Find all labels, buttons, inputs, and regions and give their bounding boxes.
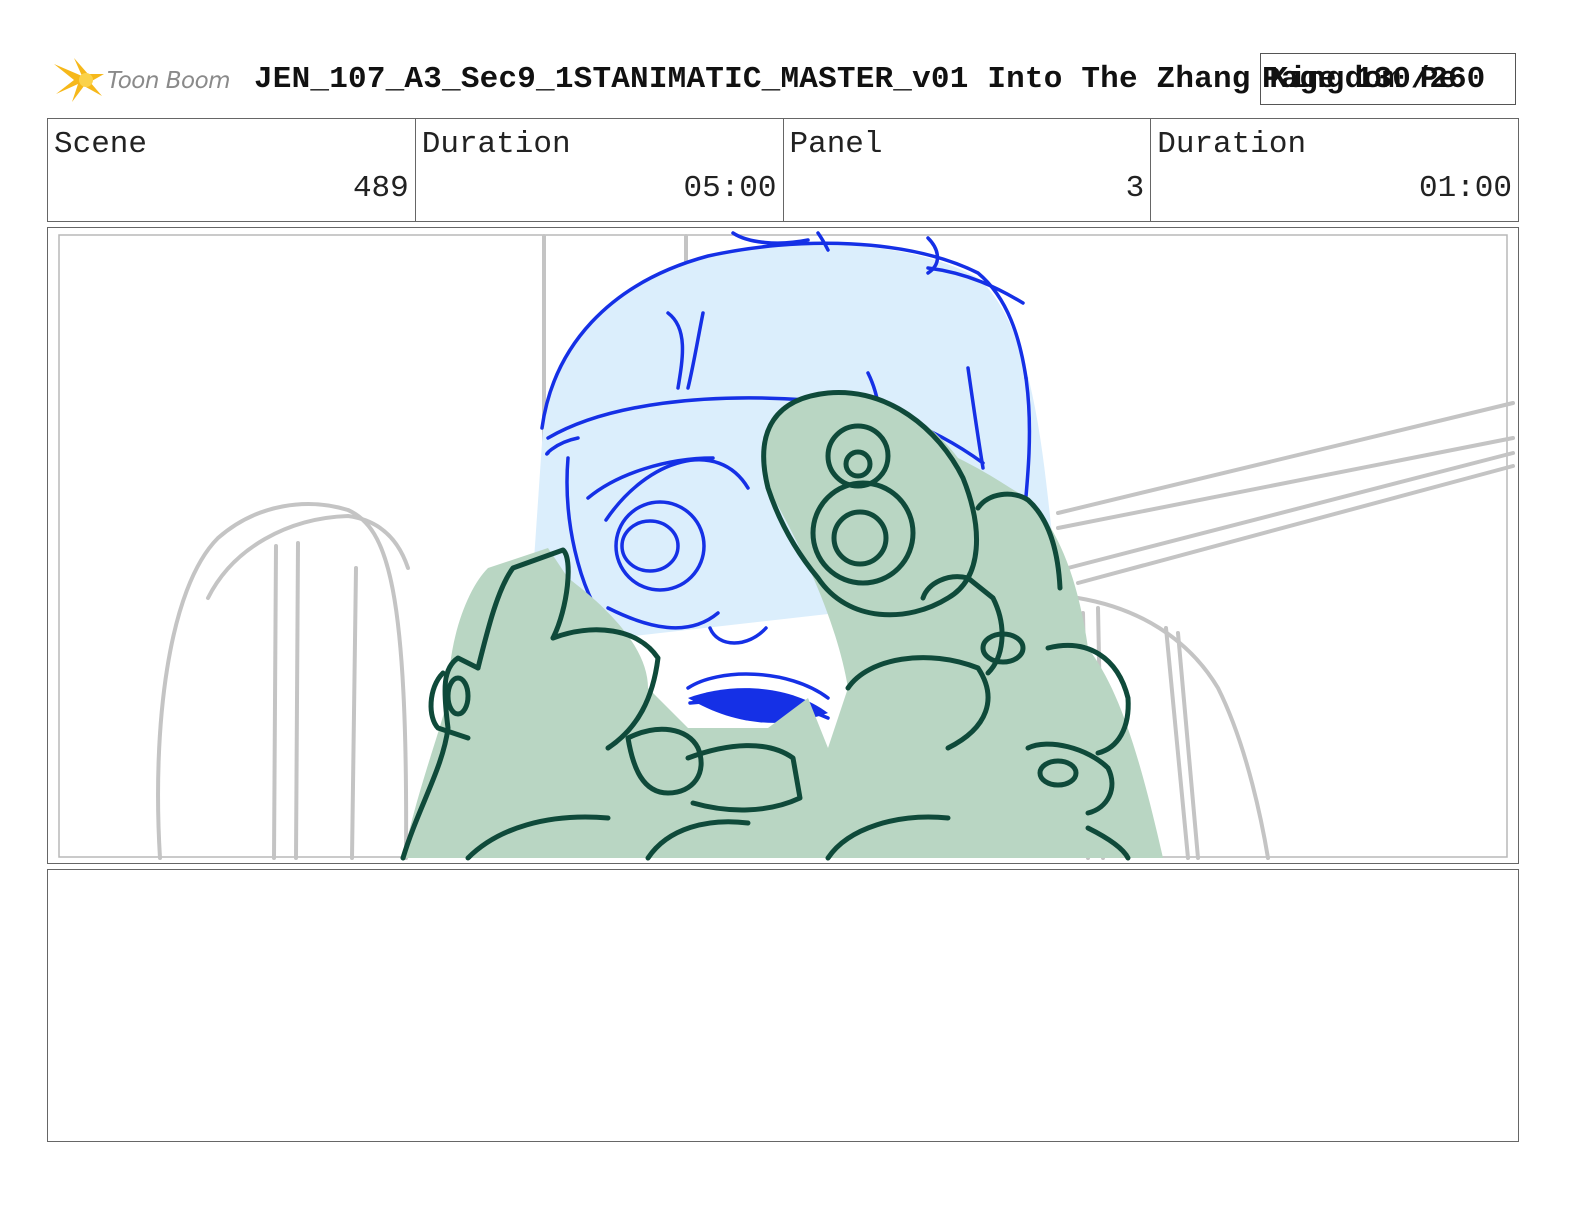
storyboard-panel [47, 227, 1519, 864]
panel-number: 3 [1125, 171, 1145, 206]
scene-duration-value: 05:00 [683, 171, 777, 206]
panel-duration-cell: Duration 01:00 [1151, 119, 1518, 221]
armor-sketch [400, 390, 1163, 861]
scene-number: 489 [352, 171, 409, 206]
panel-label: Panel [789, 127, 883, 162]
panel-drawing [58, 231, 1515, 861]
scene-info-table: Scene 489 Duration 05:00 Panel 3 Duratio… [47, 118, 1519, 222]
panel-duration-label: Duration [1157, 127, 1307, 162]
page-number: Page 130/260 [1262, 62, 1486, 97]
storyboard-header: Toon Boom JEN_107_A3_Sec9_1STANIMATIC_MA… [48, 50, 1568, 112]
scene-cell: Scene 489 [48, 119, 416, 221]
logo-text: Toon Boom [107, 68, 231, 94]
scene-duration-label: Duration [421, 127, 571, 162]
toon-boom-logo: Toon Boom [52, 54, 242, 106]
panel-notes-box [47, 869, 1519, 1142]
scene-duration-cell: Duration 05:00 [416, 119, 784, 221]
panel-duration-value: 01:00 [1418, 171, 1512, 206]
scene-label: Scene [54, 127, 148, 162]
panel-cell: Panel 3 [784, 119, 1152, 221]
toon-boom-star-icon [54, 58, 104, 102]
